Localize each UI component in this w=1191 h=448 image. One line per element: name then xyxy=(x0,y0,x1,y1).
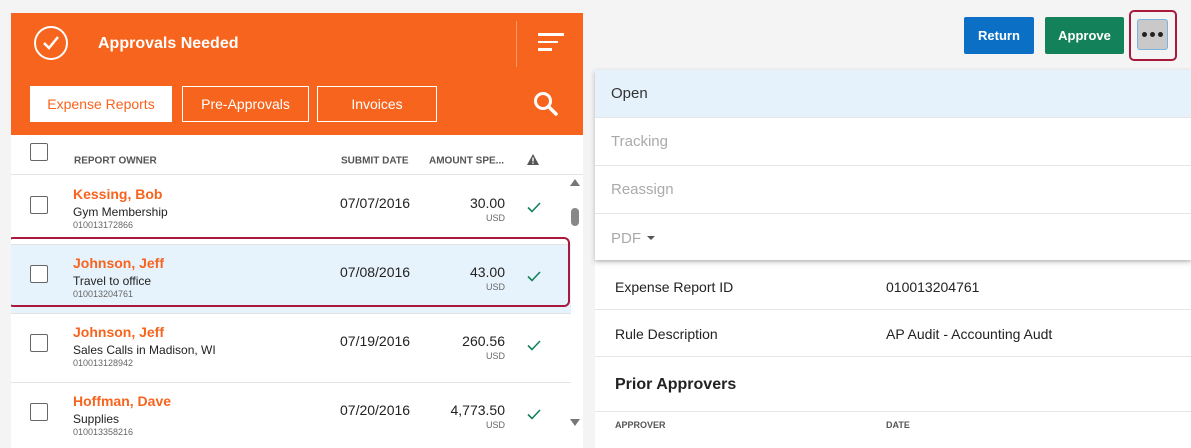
check-icon xyxy=(527,340,541,351)
warning-icon[interactable] xyxy=(527,154,539,165)
column-date: DATE xyxy=(886,420,910,430)
report-owner: Hoffman, Dave xyxy=(73,393,172,409)
table-row[interactable]: Johnson, Jeff Sales Calls in Madison, WI… xyxy=(11,314,571,383)
report-id: 010013172866 xyxy=(73,220,134,230)
column-submit-date[interactable]: SUBMIT DATE xyxy=(341,156,409,167)
tab-invoices[interactable]: Invoices xyxy=(317,86,437,122)
detail-key: Expense Report ID xyxy=(615,279,734,295)
table-header: REPORT OWNER SUBMIT DATE AMOUNT SPE... xyxy=(11,135,583,175)
column-amount[interactable]: AMOUNT SPE... xyxy=(429,156,504,167)
detail-key: Rule Description xyxy=(615,326,718,342)
approvals-header: Approvals Needed Expense Reports Pre-App… xyxy=(11,13,583,135)
report-id: 010013358216 xyxy=(73,427,134,437)
currency: USD xyxy=(485,213,505,223)
page-title: Approvals Needed xyxy=(98,35,239,52)
row-checkbox[interactable] xyxy=(30,403,48,421)
check-icon xyxy=(527,202,541,213)
return-button[interactable]: Return xyxy=(964,17,1034,54)
menu-item-pdf-label: PDF xyxy=(611,229,641,247)
report-purpose: Gym Membership xyxy=(73,205,168,219)
detail-value: AP Audit - Accounting Audt xyxy=(886,326,1053,342)
row-checkbox[interactable] xyxy=(30,196,48,214)
menu-item-reassign[interactable]: Reassign xyxy=(595,166,1191,214)
filter-sort-icon[interactable] xyxy=(538,33,564,53)
caret-down-icon xyxy=(647,236,655,240)
submit-date: 07/20/2016 xyxy=(340,402,411,418)
select-all-checkbox[interactable] xyxy=(30,143,48,161)
approvals-panel: Approvals Needed Expense Reports Pre-App… xyxy=(11,13,583,448)
scrollbar-thumb[interactable] xyxy=(571,208,579,226)
prior-approvers-title: Prior Approvers xyxy=(615,376,737,393)
header-divider xyxy=(516,21,517,67)
tab-pre-approvals[interactable]: Pre-Approvals xyxy=(182,86,309,122)
menu-item-pdf[interactable]: PDF xyxy=(595,214,1191,262)
currency: USD xyxy=(485,420,505,430)
selected-row-highlight xyxy=(11,237,570,307)
scroll-up-arrow-icon[interactable] xyxy=(570,179,580,186)
menu-item-tracking[interactable]: Tracking xyxy=(595,118,1191,166)
report-purpose: Sales Calls in Madison, WI xyxy=(73,343,216,357)
table-row[interactable]: Kessing, Bob Gym Membership 010013172866… xyxy=(11,176,571,245)
table-row[interactable]: Hoffman, Dave Supplies 010013358216 07/2… xyxy=(11,383,571,448)
report-owner: Johnson, Jeff xyxy=(73,324,165,340)
search-icon[interactable] xyxy=(533,91,559,117)
menu-item-open[interactable]: Open xyxy=(595,70,1191,118)
detail-row: Rule Description AP Audit - Accounting A… xyxy=(595,310,1191,357)
dot-icon xyxy=(1158,32,1163,37)
approve-button[interactable]: Approve xyxy=(1045,17,1124,54)
currency: USD xyxy=(485,351,505,361)
scroll-down-arrow-icon[interactable] xyxy=(570,419,580,426)
row-checkbox[interactable] xyxy=(30,334,48,352)
submit-date: 07/07/2016 xyxy=(340,195,411,211)
report-details: Expense Report ID 010013204761 Rule Desc… xyxy=(595,262,1191,448)
dot-icon xyxy=(1142,32,1147,37)
more-actions-highlight xyxy=(1129,10,1177,61)
amount: 30.00 xyxy=(469,195,505,211)
prior-approvers-header: APPROVER DATE xyxy=(595,411,1191,448)
detail-value: 010013204761 xyxy=(886,279,980,295)
check-icon xyxy=(527,409,541,420)
more-actions-button[interactable] xyxy=(1137,19,1168,50)
report-id: 010013128942 xyxy=(73,358,134,368)
report-purpose: Supplies xyxy=(73,412,120,426)
column-report-owner[interactable]: REPORT OWNER xyxy=(74,156,157,167)
check-circle-icon xyxy=(34,26,68,60)
report-owner: Kessing, Bob xyxy=(73,186,163,202)
actions-dropdown-menu: Open Tracking Reassign PDF xyxy=(595,70,1191,260)
tab-expense-reports[interactable]: Expense Reports xyxy=(30,86,172,122)
detail-row: Expense Report ID 010013204761 xyxy=(595,263,1191,310)
submit-date: 07/19/2016 xyxy=(340,333,411,349)
column-approver: APPROVER xyxy=(615,420,666,430)
amount: 260.56 xyxy=(462,333,505,349)
dot-icon xyxy=(1150,32,1155,37)
amount: 4,773.50 xyxy=(450,402,506,418)
